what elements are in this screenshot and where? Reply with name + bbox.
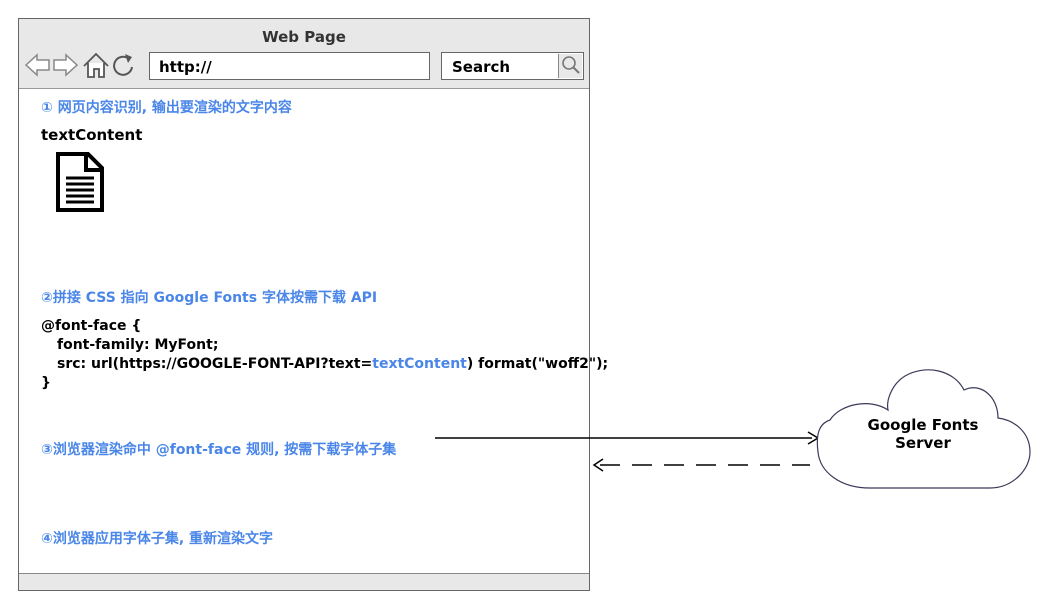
code-line-4: }: [41, 375, 51, 391]
search-label: Search: [452, 58, 511, 76]
step-4-label: ④浏览器应用字体子集, 重新渲染文字: [41, 531, 274, 547]
code-line-3-suffix: ) format("woff2");: [466, 356, 609, 372]
page-title: Web Page: [262, 28, 346, 46]
server-label: Google Fonts Server: [867, 416, 979, 452]
browser-toolbar: Web Page http:// Search: [19, 19, 589, 89]
refresh-icon[interactable]: [111, 52, 135, 78]
forward-arrow-icon[interactable]: [52, 52, 79, 78]
step-1-label: ① 网页内容识别, 输出要渲染的文字内容: [41, 100, 292, 116]
code-line-3: src: url(https://GOOGLE-FONT-API?text=te…: [41, 355, 608, 374]
browser-window: Web Page http:// Search ① 网页内容识别, 输出要渲染的…: [18, 18, 608, 591]
back-arrow-icon[interactable]: [24, 52, 51, 78]
code-line-3-prefix: src: url(https://GOOGLE-FONT-API?text=: [57, 356, 373, 372]
text-content-label: textContent: [41, 126, 143, 144]
browser-status-bar: [19, 573, 589, 590]
code-line-3-variable: textContent: [372, 356, 467, 372]
step-3-label: ③浏览器渲染命中 @font-face 规则, 按需下载字体子集: [41, 442, 397, 458]
step-2-label: ②拼接 CSS 指向 Google Fonts 字体按需下载 API: [41, 290, 378, 306]
document-icon: [56, 152, 104, 212]
code-line-1: @font-face {: [41, 318, 142, 334]
code-line-2: font-family: MyFont;: [57, 337, 219, 353]
search-button[interactable]: [558, 54, 582, 78]
css-code-block: @font-face { font-family: MyFont; src: u…: [41, 317, 608, 393]
search-box[interactable]: Search: [441, 52, 584, 80]
magnifier-icon: [562, 56, 580, 74]
home-icon[interactable]: [82, 52, 110, 79]
url-input[interactable]: http://: [149, 52, 430, 80]
response-dashed-arrow: [592, 458, 810, 472]
